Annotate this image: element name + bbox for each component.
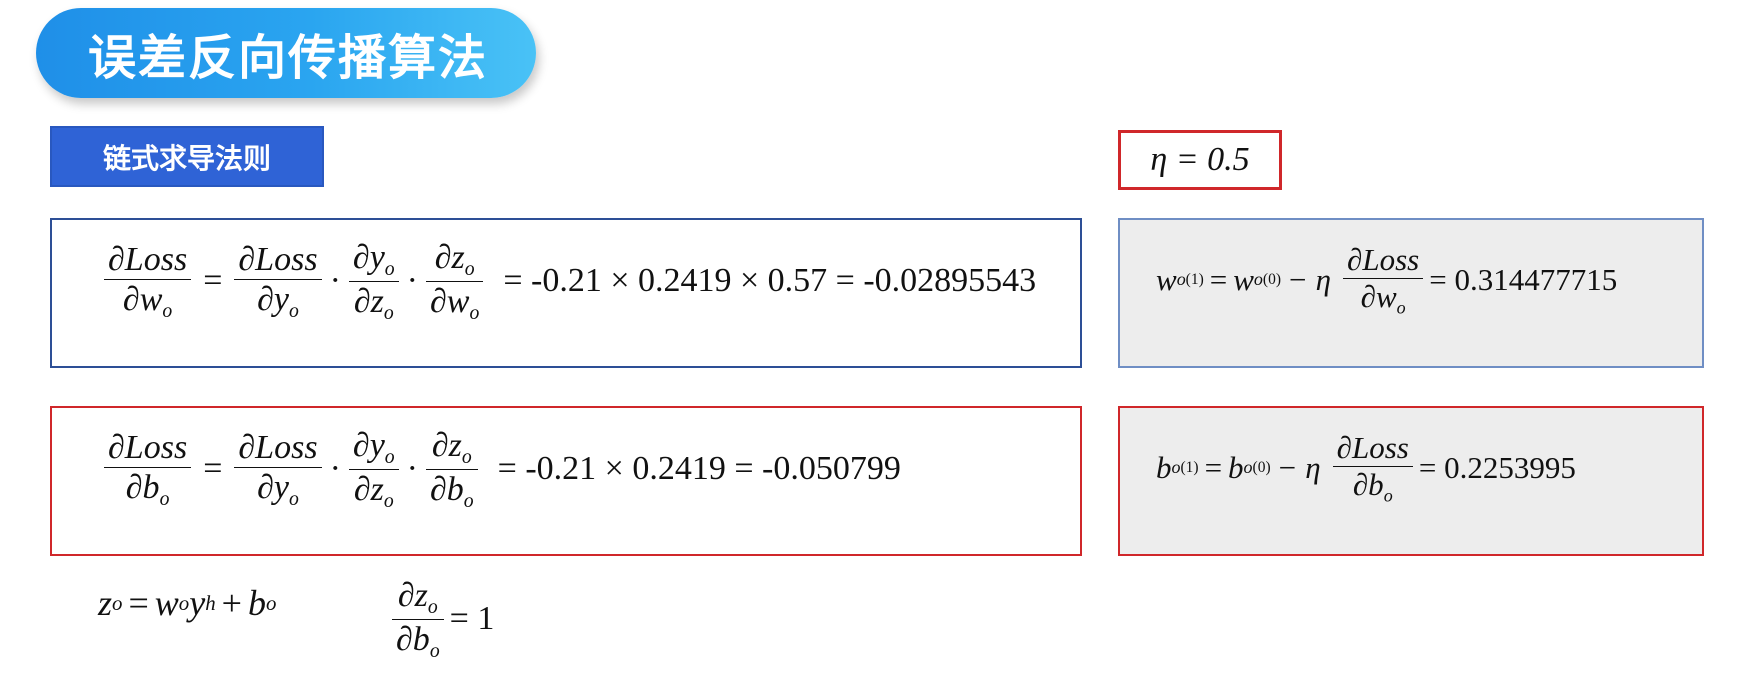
bias-update-result: = 0.2253995 bbox=[1418, 449, 1576, 485]
dz-db-result: = 1 bbox=[449, 600, 495, 638]
fraction-1: ∂Loss ∂yo bbox=[234, 240, 322, 323]
weight-update-equation: w o (1) = w o (0) − η ∂Loss ∂wo = 0.31447771… bbox=[1156, 242, 1618, 318]
learning-rate-box: η = 0.5 bbox=[1118, 130, 1282, 190]
fraction-lhs: ∂Loss ∂wo bbox=[104, 240, 192, 323]
gradient-fraction: ∂Loss ∂wo bbox=[1343, 242, 1424, 318]
chain-rule-w-equation: ∂Loss ∂wo = ∂Loss ∂yo · ∂yo ∂zo · ∂zo ∂w… bbox=[98, 238, 1036, 324]
section-label-text: 链式求导法则 bbox=[102, 141, 271, 175]
page-title: 误差反向传播算法 bbox=[88, 30, 489, 86]
fraction-1: ∂Loss ∂yo bbox=[234, 428, 322, 511]
title-banner: 误差反向传播算法 bbox=[36, 8, 536, 98]
chain-rule-b-equation: ∂Loss ∂bo = ∂Loss ∂yo · ∂yo ∂zo · ∂zo ∂b… bbox=[98, 426, 901, 512]
fraction-2: ∂yo ∂zo bbox=[348, 238, 399, 324]
chain-rule-w-result: = -0.21 × 0.2419 × 0.57 = -0.02895543 bbox=[503, 262, 1037, 300]
output-linear-equation: zo = wo yh + bo bbox=[98, 583, 277, 623]
learning-rate-text: η = 0.5 bbox=[1150, 141, 1250, 178]
dz-db-equation: ∂zo ∂bo = 1 bbox=[386, 576, 494, 662]
chain-rule-b-box: ∂Loss ∂bo = ∂Loss ∂yo · ∂yo ∂zo · ∂zo ∂b… bbox=[50, 406, 1082, 556]
weight-update-result: = 0.314477715 bbox=[1429, 261, 1618, 297]
section-label: 链式求导法则 bbox=[50, 126, 324, 187]
bias-update-equation: b o (1) = b o (0) − η ∂Loss ∂bo = 0.2253995 bbox=[1156, 430, 1576, 506]
gradient-fraction: ∂Loss ∂bo bbox=[1332, 430, 1413, 506]
bias-update-box: b o (1) = b o (0) − η ∂Loss ∂bo = 0.2253995 bbox=[1118, 406, 1704, 556]
fraction-2: ∂yo ∂zo bbox=[348, 426, 399, 512]
fraction-lhs: ∂Loss ∂bo bbox=[104, 428, 192, 511]
fraction-3: ∂zo ∂wo bbox=[425, 238, 484, 324]
chain-rule-b-result: = -0.21 × 0.2419 = -0.050799 bbox=[497, 450, 901, 488]
chain-rule-w-box: ∂Loss ∂wo = ∂Loss ∂yo · ∂yo ∂zo · ∂zo ∂w… bbox=[50, 218, 1082, 368]
fraction-3: ∂zo ∂bo bbox=[425, 426, 478, 512]
weight-update-box: w o (1) = w o (0) − η ∂Loss ∂wo = 0.31447771… bbox=[1118, 218, 1704, 368]
dz-db-fraction: ∂zo ∂bo bbox=[392, 576, 444, 662]
